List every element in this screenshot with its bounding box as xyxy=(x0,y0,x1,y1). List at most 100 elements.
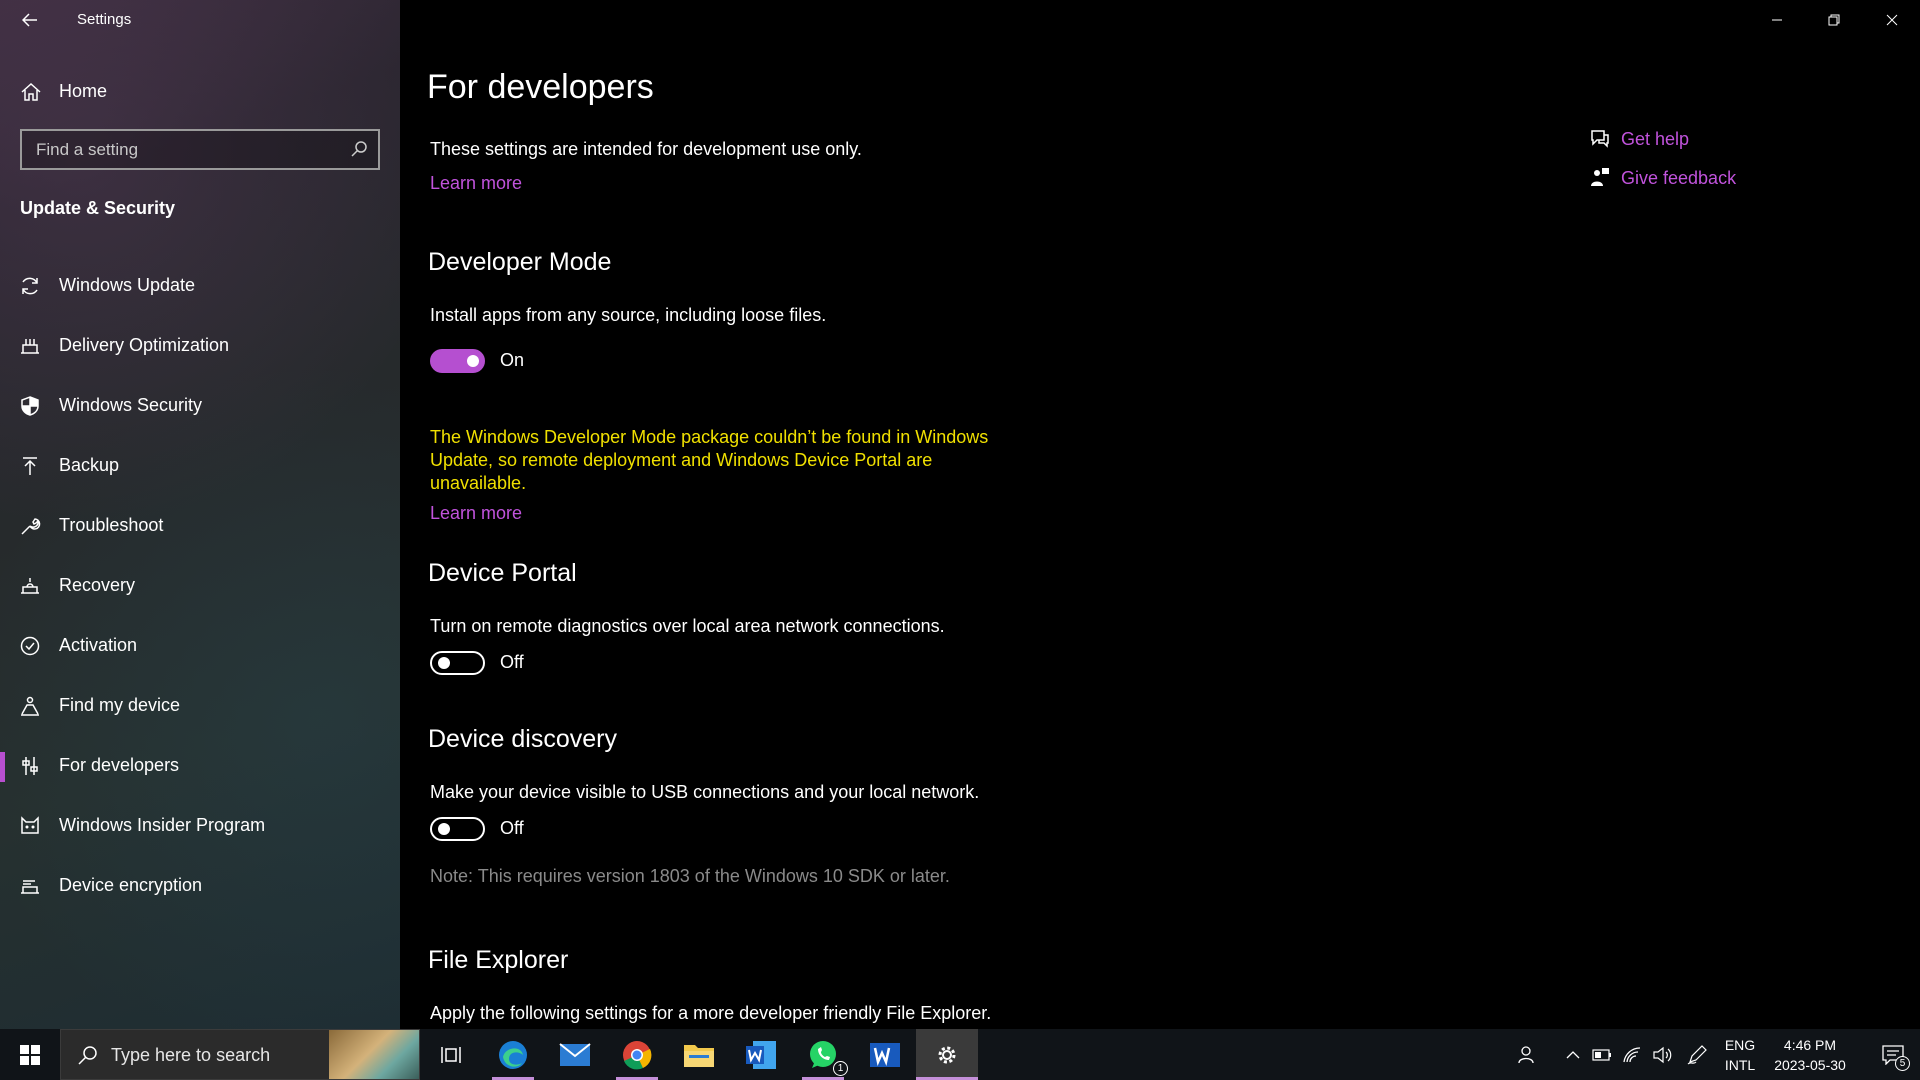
sidebar-item-windows-update[interactable]: Windows Update xyxy=(0,256,400,316)
battery-button[interactable] xyxy=(1587,1029,1617,1080)
sidebar-item-label: Windows Insider Program xyxy=(59,815,266,835)
home-icon xyxy=(21,82,41,101)
sidebar-item-delivery-optimization[interactable]: Delivery Optimization xyxy=(0,316,400,376)
task-view-icon xyxy=(441,1046,461,1063)
clock-time: 4:46 PM xyxy=(1783,1037,1837,1053)
sidebar-item-label: Backup xyxy=(59,455,120,475)
recovery-icon xyxy=(21,578,39,594)
find-setting-input[interactable] xyxy=(22,139,332,160)
file-explorer-desc: Apply the following settings for a more … xyxy=(430,1003,992,1023)
backup-upload-icon xyxy=(23,457,37,475)
developer-mode-warning: The Windows Developer Mode package could… xyxy=(430,427,989,493)
chrome-icon xyxy=(623,1040,652,1069)
device-discovery-heading: Device discovery xyxy=(428,725,617,753)
get-help-link[interactable]: Get help xyxy=(1589,127,1789,153)
chat-help-icon xyxy=(1591,130,1609,148)
intro-learn-more-link[interactable]: Learn more xyxy=(430,173,522,194)
sidebar-item-find-my-device[interactable]: Find my device xyxy=(0,676,400,736)
sidebar-item-recovery[interactable]: Recovery xyxy=(0,556,400,616)
taskbar-chrome[interactable] xyxy=(606,1029,668,1080)
settings-window: Settings Home Update & Security Windows … xyxy=(0,0,1920,1029)
device-portal-desc: Turn on remote diagnostics over local ar… xyxy=(430,616,945,636)
device-discovery-state: Off xyxy=(500,818,524,838)
taskbar-search-box[interactable]: Type here to search xyxy=(60,1029,420,1080)
whatsapp-badge: 1 xyxy=(833,1061,848,1076)
action-center-button[interactable]: 5 xyxy=(1868,1029,1918,1080)
sidebar-item-label: Find my device xyxy=(59,695,181,715)
sidebar-item-backup[interactable]: Backup xyxy=(0,436,400,496)
warning-learn-more-link[interactable]: Learn more xyxy=(430,503,522,524)
clock-date: 2023-05-30 xyxy=(1774,1057,1846,1073)
volume-button[interactable] xyxy=(1647,1029,1677,1080)
people-button[interactable] xyxy=(1512,1029,1542,1080)
settings-gear-icon xyxy=(938,1046,956,1063)
sidebar: Settings Home Update & Security Windows … xyxy=(0,0,400,1029)
taskbar-word[interactable] xyxy=(730,1029,792,1080)
notification-count-badge: 5 xyxy=(1895,1056,1910,1071)
edge-icon xyxy=(499,1040,527,1069)
find-setting-search[interactable] xyxy=(20,129,380,170)
section-title: Update & Security xyxy=(20,198,176,218)
sidebar-item-windows-security[interactable]: Windows Security xyxy=(0,376,400,436)
lang-line2: INTL xyxy=(1724,1057,1756,1073)
delivery-optimization-icon xyxy=(21,339,39,354)
file-explorer-heading: File Explorer xyxy=(428,946,569,974)
device-portal-heading: Device Portal xyxy=(428,559,577,587)
taskbar-settings[interactable] xyxy=(916,1029,978,1080)
sidebar-item-windows-insider-program[interactable]: Windows Insider Program xyxy=(0,796,400,856)
give-feedback-link[interactable]: Give feedback xyxy=(1589,166,1789,192)
taskbar-edge[interactable] xyxy=(482,1029,544,1080)
task-view-button[interactable] xyxy=(420,1029,482,1080)
toggle-knob xyxy=(438,657,450,669)
refresh-icon xyxy=(22,277,38,295)
search-highlight-image xyxy=(329,1030,419,1079)
word-icon xyxy=(870,1042,900,1067)
toggle-knob xyxy=(467,355,479,367)
insider-cat-icon xyxy=(21,816,39,834)
taskbar-clock[interactable]: 4:46 PM 2023-05-30 xyxy=(1765,1035,1855,1075)
sidebar-item-label: Recovery xyxy=(59,575,136,595)
device-discovery-toggle[interactable] xyxy=(430,817,485,841)
word-icon xyxy=(746,1040,776,1069)
developer-mode-state: On xyxy=(500,350,525,370)
taskbar-word-2[interactable] xyxy=(854,1029,916,1080)
sidebar-item-home[interactable]: Home xyxy=(0,72,400,112)
pen-workspace-button[interactable] xyxy=(1682,1029,1712,1080)
file-explorer-icon xyxy=(684,1044,714,1067)
developer-sliders-icon xyxy=(22,757,38,775)
sidebar-item-for-developers[interactable]: For developers xyxy=(0,736,400,796)
sidebar-item-label: Windows Update xyxy=(59,275,196,295)
sidebar-item-label: Device encryption xyxy=(59,875,203,895)
taskbar-whatsapp[interactable]: 1 xyxy=(792,1029,854,1080)
taskbar-file-explorer[interactable] xyxy=(668,1029,730,1080)
show-hidden-icons-button[interactable] xyxy=(1558,1029,1588,1080)
speaker-icon xyxy=(1653,1046,1672,1063)
sidebar-item-activation[interactable]: Activation xyxy=(0,616,400,676)
shield-icon xyxy=(21,396,39,416)
search-icon xyxy=(78,1046,97,1065)
lang-line1: ENG xyxy=(1724,1037,1756,1053)
taskbar-mail[interactable] xyxy=(544,1029,606,1080)
sidebar-item-troubleshoot[interactable]: Troubleshoot xyxy=(0,496,400,556)
app-title: Settings xyxy=(77,11,132,28)
device-portal-toggle[interactable] xyxy=(430,651,485,675)
sidebar-nav: Windows Update Delivery Optimization Win… xyxy=(0,256,400,916)
windows-logo-icon xyxy=(20,1044,40,1065)
start-button[interactable] xyxy=(0,1029,60,1080)
page-title: For developers xyxy=(427,68,654,106)
sidebar-item-device-encryption[interactable]: Device encryption xyxy=(0,856,400,916)
mail-icon xyxy=(559,1042,591,1066)
sidebar-item-label: Windows Security xyxy=(59,395,203,415)
developer-mode-heading: Developer Mode xyxy=(428,248,612,276)
back-button[interactable] xyxy=(16,6,44,34)
input-language-indicator[interactable]: ENG INTL xyxy=(1722,1035,1758,1075)
intro-text: These settings are intended for developm… xyxy=(430,139,862,159)
developer-mode-toggle[interactable] xyxy=(430,349,485,373)
chevron-up-icon xyxy=(1566,1050,1580,1058)
taskbar: Type here to search 1 ENG INTL 4:46 PM 2… xyxy=(0,1029,1920,1080)
network-button[interactable] xyxy=(1617,1029,1647,1080)
home-label: Home xyxy=(59,81,108,101)
wrench-icon xyxy=(21,518,41,535)
device-discovery-desc: Make your device visible to USB connecti… xyxy=(430,782,980,802)
sidebar-item-label: Troubleshoot xyxy=(59,515,164,535)
